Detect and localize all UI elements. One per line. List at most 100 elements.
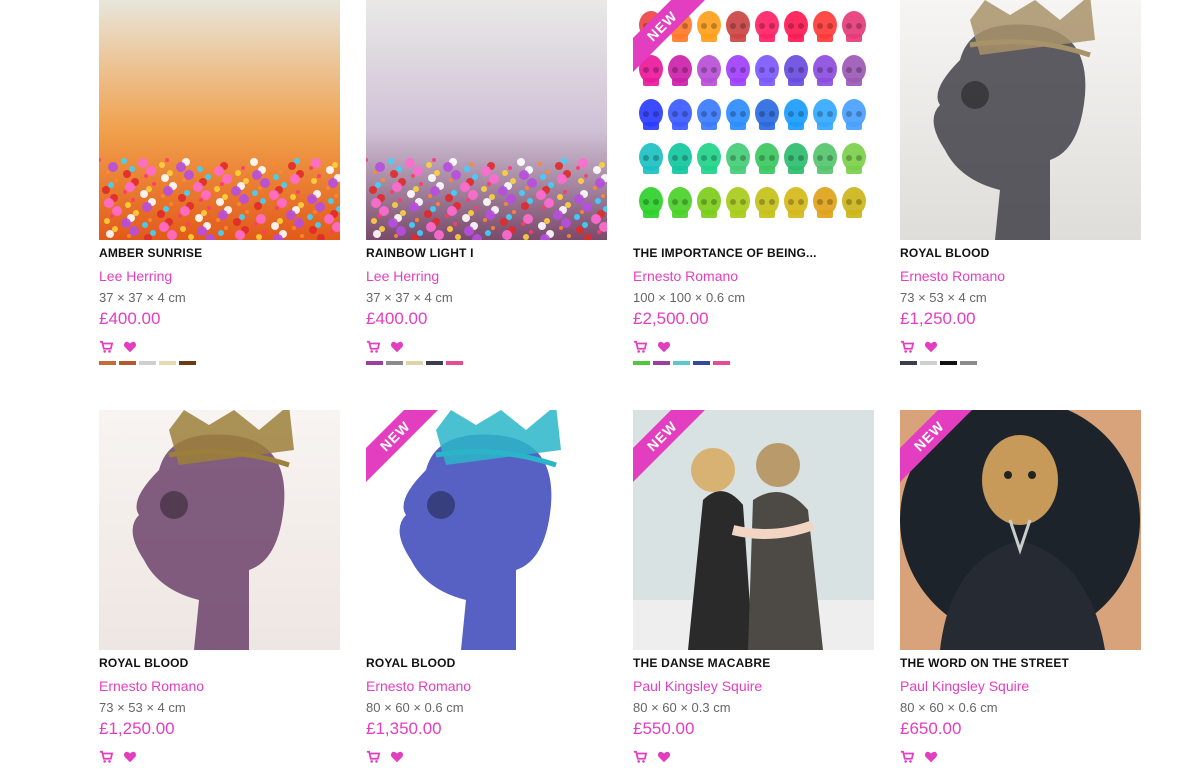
color-swatch[interactable] bbox=[900, 361, 917, 365]
product-card[interactable]: AMBER SUNRISE Lee Herring 37 × 37 × 4 cm… bbox=[99, 0, 340, 365]
cart-icon[interactable] bbox=[900, 750, 914, 764]
floral-art bbox=[99, 0, 340, 240]
heart-icon[interactable] bbox=[924, 340, 938, 354]
skull-profile-art bbox=[99, 410, 340, 650]
product-title[interactable]: ROYAL BLOOD bbox=[99, 656, 340, 670]
heart-icon[interactable] bbox=[657, 750, 671, 764]
product-actions bbox=[900, 339, 1141, 355]
color-swatches bbox=[900, 361, 1141, 365]
product-actions bbox=[633, 749, 874, 765]
artist-link[interactable]: Ernesto Romano bbox=[99, 678, 340, 694]
product-dimensions: 73 × 53 × 4 cm bbox=[99, 700, 186, 715]
product-image[interactable] bbox=[366, 0, 607, 240]
product-actions bbox=[99, 339, 340, 355]
product-price: £1,250.00 bbox=[900, 309, 976, 328]
product-actions bbox=[900, 749, 1141, 765]
color-swatch[interactable] bbox=[653, 361, 670, 365]
color-swatches bbox=[633, 361, 874, 365]
heart-icon[interactable] bbox=[390, 750, 404, 764]
product-title[interactable]: RAINBOW LIGHT I bbox=[366, 246, 607, 260]
color-swatch[interactable] bbox=[960, 361, 977, 365]
product-title[interactable]: ROYAL BLOOD bbox=[900, 246, 1141, 260]
product-image[interactable]: NEW bbox=[633, 0, 874, 240]
heart-icon[interactable] bbox=[657, 340, 671, 354]
product-image[interactable]: NEW bbox=[366, 410, 607, 650]
product-title[interactable]: THE DANSE MACABRE bbox=[633, 656, 874, 670]
cart-icon[interactable] bbox=[99, 750, 113, 764]
color-swatch[interactable] bbox=[406, 361, 423, 365]
product-card[interactable]: RAINBOW LIGHT I Lee Herring 37 × 37 × 4 … bbox=[366, 0, 607, 365]
skull-grid-art bbox=[633, 0, 874, 240]
cart-icon[interactable] bbox=[633, 750, 647, 764]
product-title[interactable]: THE IMPORTANCE OF BEING... bbox=[633, 246, 874, 260]
product-title[interactable]: AMBER SUNRISE bbox=[99, 246, 340, 260]
color-swatch[interactable] bbox=[920, 361, 937, 365]
artist-link[interactable]: Ernesto Romano bbox=[900, 268, 1141, 284]
product-image[interactable] bbox=[99, 410, 340, 650]
product-price: £550.00 bbox=[633, 719, 695, 738]
color-swatch[interactable] bbox=[633, 361, 650, 365]
color-swatches bbox=[366, 361, 607, 365]
product-dimensions: 73 × 53 × 4 cm bbox=[900, 290, 987, 305]
color-swatch[interactable] bbox=[673, 361, 690, 365]
product-card[interactable]: ROYAL BLOOD Ernesto Romano 73 × 53 × 4 c… bbox=[99, 410, 340, 771]
product-price: £650.00 bbox=[900, 719, 962, 738]
product-price: £1,250.00 bbox=[99, 719, 175, 738]
product-card[interactable]: NEW THE DANSE MACABRE Paul Kingsley Squi… bbox=[633, 410, 874, 771]
product-title[interactable]: ROYAL BLOOD bbox=[366, 656, 607, 670]
artist-link[interactable]: Ernesto Romano bbox=[633, 268, 874, 284]
color-swatches bbox=[99, 361, 340, 365]
artist-link[interactable]: Paul Kingsley Squire bbox=[633, 678, 874, 694]
color-swatch[interactable] bbox=[426, 361, 443, 365]
cart-icon[interactable] bbox=[366, 340, 380, 354]
product-price: £2,500.00 bbox=[633, 309, 709, 328]
danse-macabre-art bbox=[633, 410, 874, 650]
artist-link[interactable]: Paul Kingsley Squire bbox=[900, 678, 1141, 694]
heart-icon[interactable] bbox=[390, 340, 404, 354]
product-dimensions: 80 × 60 × 0.3 cm bbox=[633, 700, 731, 715]
product-dimensions: 80 × 60 × 0.6 cm bbox=[366, 700, 464, 715]
product-card[interactable]: NEW ROYAL BLOOD Ernesto Romano 80 × 60 ×… bbox=[366, 410, 607, 771]
product-price: £1,350.00 bbox=[366, 719, 442, 738]
word-on-street-art bbox=[900, 410, 1141, 650]
product-card[interactable]: ROYAL BLOOD Ernesto Romano 73 × 53 × 4 c… bbox=[900, 0, 1141, 365]
product-actions bbox=[99, 749, 340, 765]
color-swatch[interactable] bbox=[940, 361, 957, 365]
artist-link[interactable]: Lee Herring bbox=[366, 268, 607, 284]
color-swatch[interactable] bbox=[119, 361, 136, 365]
color-swatch[interactable] bbox=[159, 361, 176, 365]
product-actions bbox=[366, 339, 607, 355]
color-swatch[interactable] bbox=[713, 361, 730, 365]
artist-link[interactable]: Ernesto Romano bbox=[366, 678, 607, 694]
skull-profile-art bbox=[900, 0, 1141, 240]
product-price: £400.00 bbox=[99, 309, 161, 328]
product-dimensions: 80 × 60 × 0.6 cm bbox=[900, 700, 998, 715]
product-image[interactable] bbox=[99, 0, 340, 240]
product-image[interactable]: NEW bbox=[900, 410, 1141, 650]
color-swatch[interactable] bbox=[446, 361, 463, 365]
color-swatch[interactable] bbox=[179, 361, 196, 365]
cart-icon[interactable] bbox=[366, 750, 380, 764]
product-card[interactable]: NEW THE WORD ON THE STREET Paul Kingsley… bbox=[900, 410, 1141, 771]
product-dimensions: 37 × 37 × 4 cm bbox=[366, 290, 453, 305]
color-swatch[interactable] bbox=[386, 361, 403, 365]
cart-icon[interactable] bbox=[633, 340, 647, 354]
product-actions bbox=[633, 339, 874, 355]
color-swatch[interactable] bbox=[99, 361, 116, 365]
product-card[interactable]: NEW THE IMPORTANCE OF BEING... Ernesto R… bbox=[633, 0, 874, 365]
heart-icon[interactable] bbox=[123, 340, 137, 354]
product-image[interactable] bbox=[900, 0, 1141, 240]
product-dimensions: 37 × 37 × 4 cm bbox=[99, 290, 186, 305]
floral-art bbox=[366, 0, 607, 240]
product-title[interactable]: THE WORD ON THE STREET bbox=[900, 656, 1141, 670]
cart-icon[interactable] bbox=[900, 340, 914, 354]
product-image[interactable]: NEW bbox=[633, 410, 874, 650]
cart-icon[interactable] bbox=[99, 340, 113, 354]
heart-icon[interactable] bbox=[924, 750, 938, 764]
color-swatch[interactable] bbox=[366, 361, 383, 365]
color-swatch[interactable] bbox=[693, 361, 710, 365]
color-swatch[interactable] bbox=[139, 361, 156, 365]
artist-link[interactable]: Lee Herring bbox=[99, 268, 340, 284]
heart-icon[interactable] bbox=[123, 750, 137, 764]
product-price: £400.00 bbox=[366, 309, 428, 328]
